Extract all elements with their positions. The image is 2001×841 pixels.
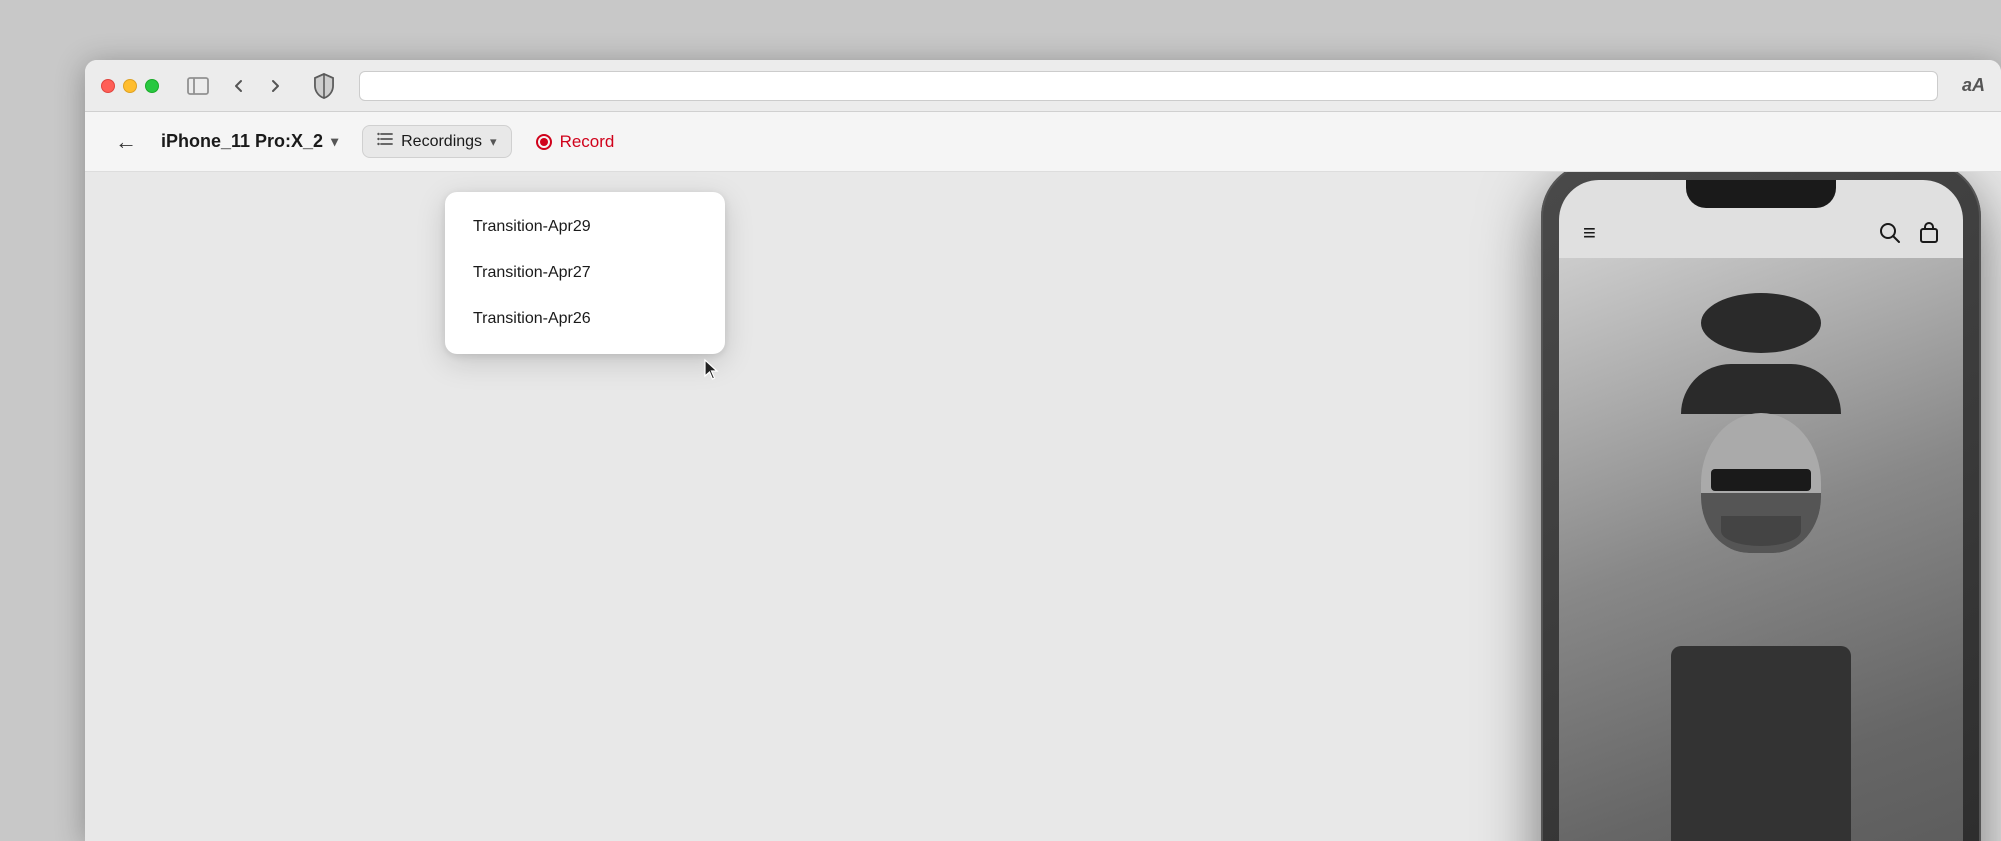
device-name-button[interactable]: iPhone_11 Pro:X_2 ▾ <box>161 131 338 152</box>
url-bar[interactable] <box>359 71 1938 101</box>
iphone-main-image <box>1559 258 1963 841</box>
iphone-outer-frame: ≡ <box>1541 172 1981 841</box>
title-bar: aA <box>85 60 2001 112</box>
sidebar-toggle-button[interactable] <box>187 77 209 95</box>
person-head <box>1701 413 1821 553</box>
secondary-toolbar: ← iPhone_11 Pro:X_2 ▾ Recordings ▾ <box>85 112 2001 172</box>
toolbar-icons: aA <box>1962 75 1985 96</box>
maximize-button[interactable] <box>145 79 159 93</box>
recordings-chevron-icon: ▾ <box>490 134 497 150</box>
record-label: Record <box>560 132 615 152</box>
record-dot-icon <box>536 134 552 150</box>
iphone-search-icon <box>1879 222 1901 244</box>
sunglasses <box>1711 469 1811 491</box>
browser-window: aA ← iPhone_11 Pro:X_2 ▾ Recordings <box>85 60 2001 841</box>
iphone-bag-icon <box>1919 222 1939 244</box>
iphone-notch <box>1686 180 1836 208</box>
secondary-back-button[interactable]: ← <box>115 129 137 155</box>
iphone-nav-right <box>1879 222 1939 244</box>
shield-icon <box>313 73 335 99</box>
recordings-dropdown: Transition-Apr29 Transition-Apr27 Transi… <box>445 192 725 354</box>
list-icon <box>377 132 393 151</box>
mouse-cursor <box>703 358 723 382</box>
nav-buttons <box>225 72 289 100</box>
iphone-menu-icon: ≡ <box>1583 220 1596 246</box>
beard <box>1721 516 1801 546</box>
person-image <box>1559 258 1963 841</box>
dropdown-item-apr26[interactable]: Transition-Apr26 <box>445 296 725 342</box>
device-name-label: iPhone_11 Pro:X_2 <box>161 131 323 152</box>
recordings-label: Recordings <box>401 133 482 151</box>
recordings-button[interactable]: Recordings ▾ <box>362 125 511 158</box>
dropdown-item-apr29[interactable]: Transition-Apr29 <box>445 204 725 250</box>
translate-icon[interactable]: aA <box>1962 75 1985 96</box>
device-chevron-icon: ▾ <box>331 133 338 150</box>
record-button[interactable]: Record <box>536 132 615 152</box>
hat-brim <box>1681 364 1841 414</box>
record-dot-inner <box>540 138 548 146</box>
person-body <box>1671 646 1851 841</box>
iphone-screen: ≡ <box>1559 180 1963 841</box>
iphone-mockup: ≡ <box>1541 172 2001 841</box>
iphone-screen-content: ≡ <box>1559 180 1963 841</box>
main-content: Transition-Apr29 Transition-Apr27 Transi… <box>85 172 2001 841</box>
dropdown-item-apr27[interactable]: Transition-Apr27 <box>445 250 725 296</box>
close-button[interactable] <box>101 79 115 93</box>
forward-nav-button[interactable] <box>261 72 289 100</box>
traffic-lights <box>101 79 159 93</box>
hat-top <box>1701 293 1821 353</box>
minimize-button[interactable] <box>123 79 137 93</box>
back-nav-button[interactable] <box>225 72 253 100</box>
